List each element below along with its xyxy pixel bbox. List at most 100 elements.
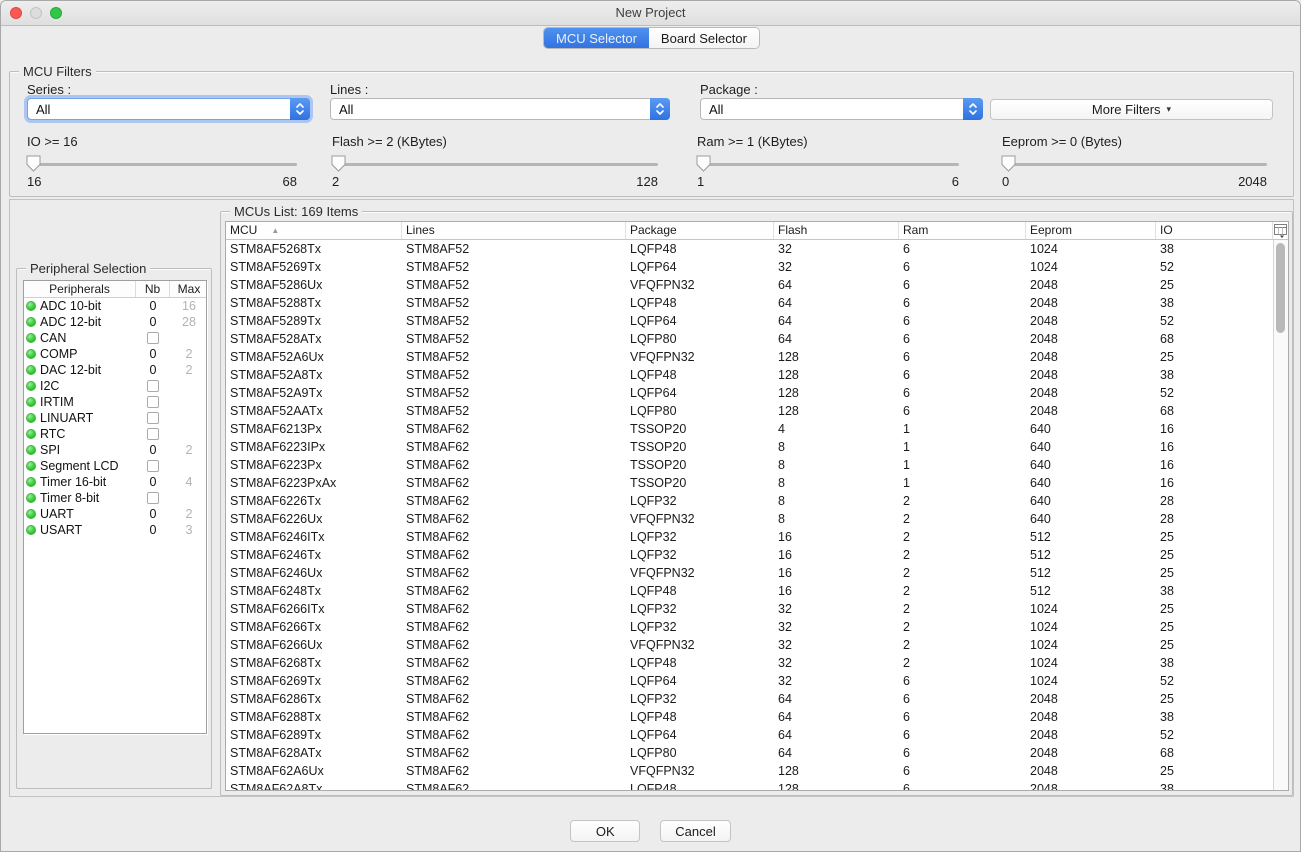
- peripheral-nb-value[interactable]: 0: [136, 523, 170, 537]
- mcu-table-row[interactable]: STM8AF6269TxSTM8AF62LQFP64326102452: [226, 672, 1273, 690]
- mcu-table-row[interactable]: STM8AF6246ITxSTM8AF62LQFP3216251225: [226, 528, 1273, 546]
- peripheral-checkbox[interactable]: [147, 380, 159, 392]
- column-header-eeprom[interactable]: Eeprom: [1026, 222, 1156, 239]
- mcu-table-row[interactable]: STM8AF6223PxAxSTM8AF62TSSOP208164016: [226, 474, 1273, 492]
- mcu-table-row[interactable]: STM8AF52A8TxSTM8AF52LQFP481286204838: [226, 366, 1273, 384]
- mcu-table-row[interactable]: STM8AF528ATxSTM8AF52LQFP80646204868: [226, 330, 1273, 348]
- column-header-flash[interactable]: Flash: [774, 222, 899, 239]
- vertical-scrollbar[interactable]: [1273, 240, 1288, 790]
- mcu-table-row[interactable]: STM8AF5286UxSTM8AF52VFQFPN32646204825: [226, 276, 1273, 294]
- column-header-package[interactable]: Package: [626, 222, 774, 239]
- peripheral-checkbox[interactable]: [147, 332, 159, 344]
- peripheral-row[interactable]: USART03: [24, 522, 206, 538]
- mcu-table-row[interactable]: STM8AF62A8TxSTM8AF62LQFP481286204838: [226, 780, 1273, 790]
- eeprom-slider-track[interactable]: [1002, 163, 1267, 166]
- mcu-table-row[interactable]: STM8AF6248TxSTM8AF62LQFP4816251238: [226, 582, 1273, 600]
- peripheral-row[interactable]: Segment LCD: [24, 458, 206, 474]
- peripheral-checkbox[interactable]: [147, 412, 159, 424]
- mcu-table-row[interactable]: STM8AF5268TxSTM8AF52LQFP48326102438: [226, 240, 1273, 258]
- peripheral-row[interactable]: UART02: [24, 506, 206, 522]
- peripheral-row[interactable]: COMP02: [24, 346, 206, 362]
- column-header-max[interactable]: Max: [170, 281, 207, 297]
- mcu-table-row[interactable]: STM8AF6266ITxSTM8AF62LQFP32322102425: [226, 600, 1273, 618]
- mcu-cell-flash: 32: [774, 636, 899, 654]
- peripheral-checkbox[interactable]: [147, 428, 159, 440]
- mcu-cell-eeprom: 2048: [1026, 330, 1156, 348]
- io-slider-track[interactable]: [27, 163, 297, 166]
- mcu-table-row[interactable]: STM8AF6213PxSTM8AF62TSSOP204164016: [226, 420, 1273, 438]
- mcu-cell-lines: STM8AF52: [402, 330, 626, 348]
- mcu-table-row[interactable]: STM8AF6288TxSTM8AF62LQFP48646204838: [226, 708, 1273, 726]
- series-dropdown[interactable]: All: [27, 98, 310, 120]
- mcu-table-row[interactable]: STM8AF6223IPxSTM8AF62TSSOP208164016: [226, 438, 1273, 456]
- mcu-table-row[interactable]: STM8AF5289TxSTM8AF52LQFP64646204852: [226, 312, 1273, 330]
- flash-slider-track[interactable]: [332, 163, 658, 166]
- column-header-io[interactable]: IO: [1156, 222, 1273, 239]
- mcu-table-row[interactable]: STM8AF6223PxSTM8AF62TSSOP208164016: [226, 456, 1273, 474]
- peripheral-checkbox[interactable]: [147, 396, 159, 408]
- scrollbar-thumb[interactable]: [1276, 243, 1285, 333]
- peripheral-row[interactable]: LINUART: [24, 410, 206, 426]
- column-header-lines[interactable]: Lines: [402, 222, 626, 239]
- column-header-peripherals[interactable]: Peripherals: [24, 281, 136, 297]
- mcu-table-row[interactable]: STM8AF5288TxSTM8AF52LQFP48646204838: [226, 294, 1273, 312]
- mcu-table-row[interactable]: STM8AF52AATxSTM8AF52LQFP801286204868: [226, 402, 1273, 420]
- mcu-table-row[interactable]: STM8AF6289TxSTM8AF62LQFP64646204852: [226, 726, 1273, 744]
- lines-dropdown[interactable]: All: [330, 98, 670, 120]
- mcu-cell-mcu: STM8AF6223IPx: [226, 438, 402, 456]
- mcu-table-row[interactable]: STM8AF6246UxSTM8AF62VFQFPN3216251225: [226, 564, 1273, 582]
- ok-button[interactable]: OK: [570, 820, 640, 842]
- peripheral-row[interactable]: ADC 10-bit016: [24, 298, 206, 314]
- column-header-nb[interactable]: Nb: [136, 281, 170, 297]
- peripheral-row[interactable]: DAC 12-bit02: [24, 362, 206, 378]
- peripheral-nb-value[interactable]: 0: [136, 475, 170, 489]
- peripheral-checkbox[interactable]: [147, 492, 159, 504]
- peripheral-checkbox[interactable]: [147, 460, 159, 472]
- mcu-table-row[interactable]: STM8AF6286TxSTM8AF62LQFP32646204825: [226, 690, 1273, 708]
- peripheral-max-value: 16: [170, 299, 207, 313]
- mcu-cell-package: LQFP32: [626, 618, 774, 636]
- mcu-table-row[interactable]: STM8AF6268TxSTM8AF62LQFP48322102438: [226, 654, 1273, 672]
- tab-mcu-selector[interactable]: MCU Selector: [544, 28, 649, 48]
- peripheral-nb-value[interactable]: 0: [136, 443, 170, 457]
- column-header-ram[interactable]: Ram: [899, 222, 1026, 239]
- mcu-table-row[interactable]: STM8AF62A6UxSTM8AF62VFQFPN321286204825: [226, 762, 1273, 780]
- mcu-cell-package: LQFP48: [626, 294, 774, 312]
- mcu-table-row[interactable]: STM8AF6226TxSTM8AF62LQFP328264028: [226, 492, 1273, 510]
- cancel-button[interactable]: Cancel: [660, 820, 730, 842]
- table-settings-icon[interactable]: [1273, 223, 1287, 239]
- peripheral-row[interactable]: SPI02: [24, 442, 206, 458]
- mcu-table-row[interactable]: STM8AF52A6UxSTM8AF52VFQFPN321286204825: [226, 348, 1273, 366]
- column-header-mcu[interactable]: MCU▲: [226, 222, 402, 239]
- ram-slider-track[interactable]: [697, 163, 959, 166]
- mcu-table-row[interactable]: STM8AF628ATxSTM8AF62LQFP80646204868: [226, 744, 1273, 762]
- package-dropdown[interactable]: All: [700, 98, 983, 120]
- peripheral-row[interactable]: Timer 8-bit: [24, 490, 206, 506]
- mcu-cell-flash: 8: [774, 456, 899, 474]
- peripheral-row[interactable]: Timer 16-bit04: [24, 474, 206, 490]
- mcu-table-row[interactable]: STM8AF6266TxSTM8AF62LQFP32322102425: [226, 618, 1273, 636]
- mcu-table-row[interactable]: STM8AF5269TxSTM8AF52LQFP64326102452: [226, 258, 1273, 276]
- peripheral-row[interactable]: ADC 12-bit028: [24, 314, 206, 330]
- mcu-table-row[interactable]: STM8AF6266UxSTM8AF62VFQFPN32322102425: [226, 636, 1273, 654]
- mcu-cell-flash: 32: [774, 600, 899, 618]
- peripheral-max-value: 2: [170, 507, 207, 521]
- mcu-table-row[interactable]: STM8AF6226UxSTM8AF62VFQFPN328264028: [226, 510, 1273, 528]
- mcu-table-row[interactable]: STM8AF52A9TxSTM8AF52LQFP641286204852: [226, 384, 1273, 402]
- peripheral-nb-value[interactable]: 0: [136, 363, 170, 377]
- peripheral-nb-value[interactable]: 0: [136, 299, 170, 313]
- peripheral-available-icon: [26, 445, 36, 455]
- peripheral-row[interactable]: RTC: [24, 426, 206, 442]
- tab-board-selector[interactable]: Board Selector: [649, 28, 759, 48]
- mcu-cell-io: 38: [1156, 240, 1273, 258]
- peripheral-nb-value[interactable]: 0: [136, 315, 170, 329]
- peripheral-row[interactable]: I2C: [24, 378, 206, 394]
- mcu-cell-lines: STM8AF62: [402, 510, 626, 528]
- peripheral-row[interactable]: CAN: [24, 330, 206, 346]
- peripheral-nb-value[interactable]: 0: [136, 347, 170, 361]
- peripheral-nb-value[interactable]: 0: [136, 507, 170, 521]
- mcu-table-row[interactable]: STM8AF6246TxSTM8AF62LQFP3216251225: [226, 546, 1273, 564]
- more-filters-button[interactable]: More Filters ▾: [990, 99, 1273, 120]
- mcu-cell-lines: STM8AF62: [402, 618, 626, 636]
- peripheral-row[interactable]: IRTIM: [24, 394, 206, 410]
